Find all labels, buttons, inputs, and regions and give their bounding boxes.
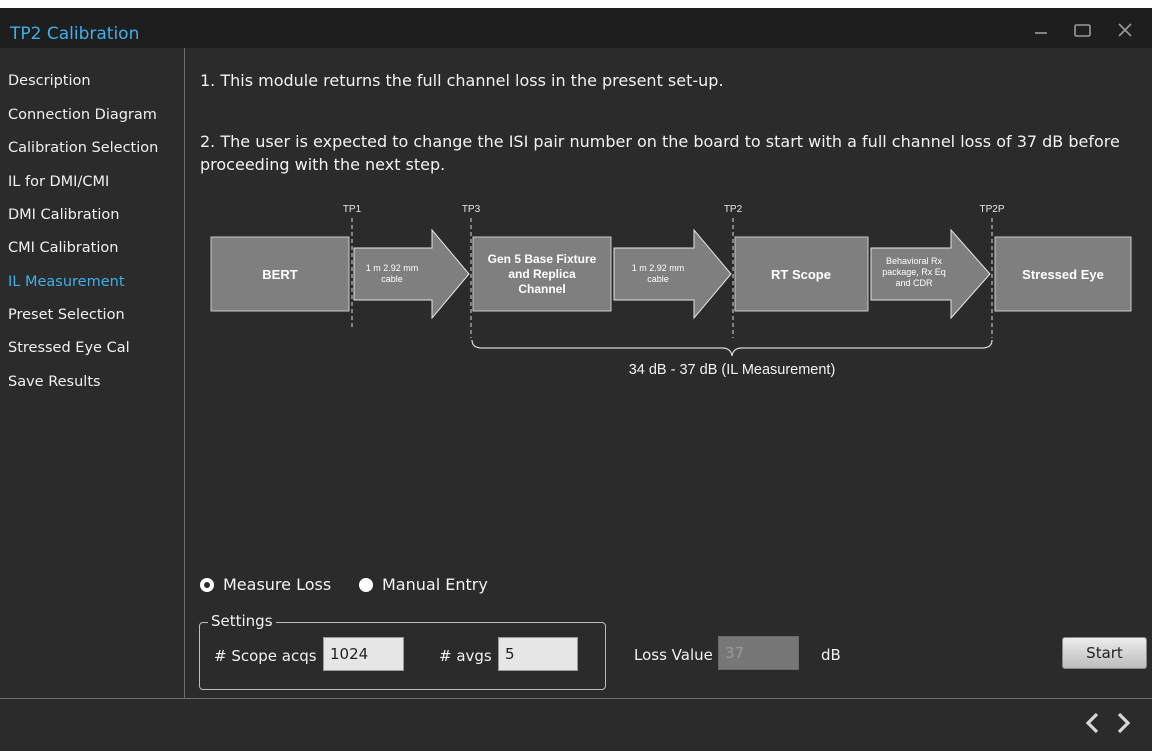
tp2p-label: TP2P bbox=[979, 204, 1004, 215]
fixture-label-line3: Channel bbox=[518, 282, 565, 296]
next-chevron-icon[interactable] bbox=[1110, 708, 1136, 738]
rx-label-line2: package, Rx Eq bbox=[882, 267, 946, 277]
bert-label: BERT bbox=[262, 267, 297, 282]
cable2-label-line2: cable bbox=[647, 274, 669, 284]
tp3-label: TP3 bbox=[462, 204, 481, 215]
stressed-eye-label: Stressed Eye bbox=[1022, 267, 1104, 282]
fixture-label-line1: Gen 5 Base Fixture bbox=[488, 252, 597, 266]
radio-selected-indicator bbox=[200, 577, 214, 592]
start-button[interactable]: Start bbox=[1062, 637, 1147, 669]
rx-label-line3: and CDR bbox=[895, 278, 933, 288]
cable2-arrow bbox=[613, 228, 732, 320]
settings-legend: Settings bbox=[208, 612, 276, 630]
rx-label-line1: Behavioral Rx bbox=[886, 256, 943, 266]
settings-group: Settings # Scope acqs # avgs bbox=[199, 612, 606, 690]
manual-entry-radio[interactable]: Manual Entry bbox=[359, 575, 488, 594]
scope-acqs-input[interactable] bbox=[323, 637, 404, 671]
fixture-label-line2: and Replica bbox=[508, 267, 576, 281]
tp2-label: TP2 bbox=[724, 204, 743, 215]
il-range-brace bbox=[471, 339, 993, 357]
loss-value-input bbox=[718, 636, 799, 670]
avgs-input[interactable] bbox=[498, 637, 578, 671]
manual-entry-label: Manual Entry bbox=[382, 575, 488, 594]
scope-acqs-label: # Scope acqs bbox=[214, 647, 317, 665]
loss-unit-label: dB bbox=[821, 646, 841, 664]
tp2-calibration-window: TP2 Calibration Description Connection D… bbox=[0, 8, 1152, 751]
cable1-label-line1: 1 m 2.92 mm bbox=[366, 263, 419, 273]
cable2-label-line1: 1 m 2.92 mm bbox=[632, 263, 685, 273]
measure-loss-radio[interactable]: Measure Loss bbox=[200, 575, 331, 594]
avgs-label: # avgs bbox=[439, 647, 492, 665]
connection-diagram: TP1 TP3 TP2 TP2P BERT Gen 5 Base Fixture… bbox=[210, 204, 1132, 378]
footer-divider bbox=[0, 698, 1152, 699]
back-chevron-icon[interactable] bbox=[1080, 708, 1106, 738]
scope-label: RT Scope bbox=[771, 267, 831, 282]
il-range-label: 34 dB - 37 dB (IL Measurement) bbox=[629, 362, 836, 378]
measure-loss-label: Measure Loss bbox=[223, 575, 332, 594]
cable1-arrow bbox=[353, 228, 470, 320]
cable1-label-line2: cable bbox=[381, 274, 403, 284]
loss-value-label: Loss Value bbox=[634, 646, 713, 664]
radio-unselected-indicator bbox=[359, 577, 373, 592]
tp1-label: TP1 bbox=[343, 204, 362, 215]
